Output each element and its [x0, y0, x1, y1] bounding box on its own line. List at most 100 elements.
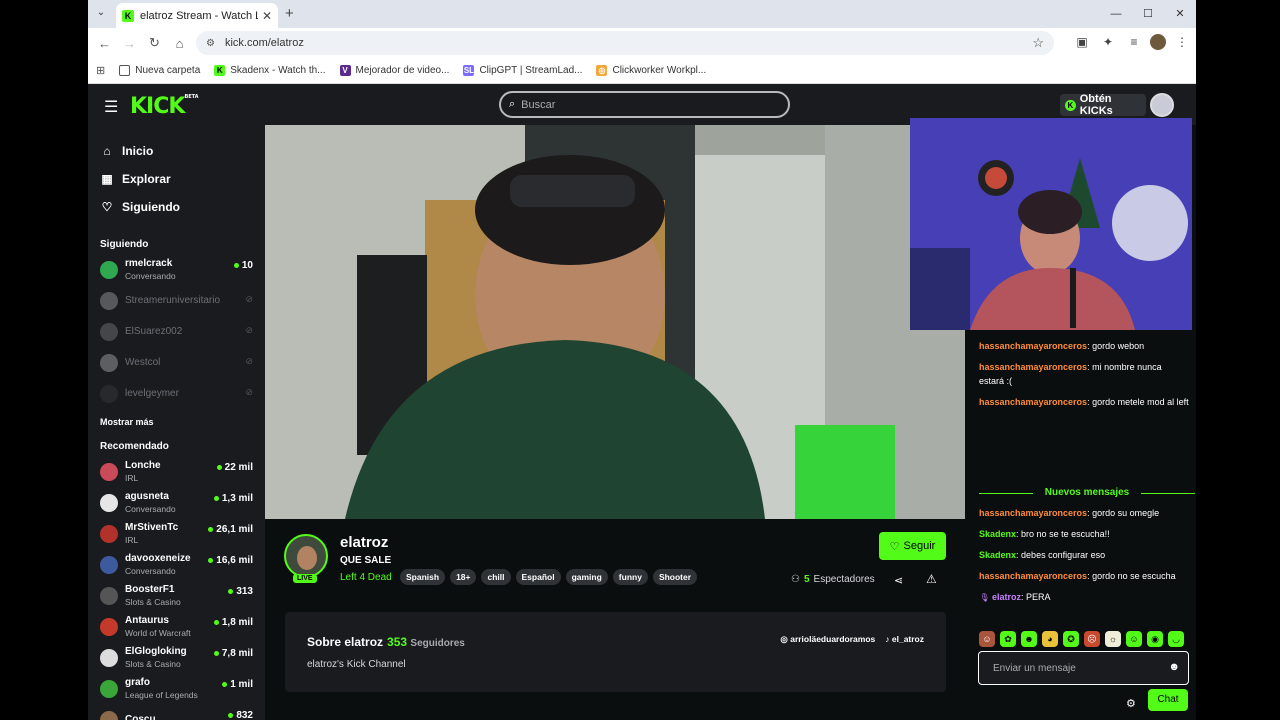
- tiktok-link[interactable]: ♪ el_atroz: [885, 634, 924, 645]
- address-bar[interactable]: ⚙ kick.com/elatroz ☆: [196, 31, 1054, 55]
- recommended-channel[interactable]: Lonche IRL 22 mil: [88, 456, 265, 487]
- emote-icon[interactable]: ✿: [1000, 631, 1016, 647]
- tiktok-icon: ♪: [885, 634, 890, 644]
- instagram-link[interactable]: ◎ arrioläeduardoramos: [780, 634, 875, 645]
- bookmark-2[interactable]: V Mejorador de video...: [339, 65, 449, 76]
- emote-icon[interactable]: ✪: [1063, 631, 1079, 647]
- kick-logo[interactable]: KICKBETA: [130, 94, 199, 119]
- stream-tag[interactable]: chill: [481, 569, 511, 585]
- emote-icon[interactable]: ◡: [1168, 631, 1184, 647]
- share-icon[interactable]: ⋖: [894, 574, 903, 587]
- search-input[interactable]: ⌕ Buscar: [499, 91, 790, 118]
- reading-list-icon[interactable]: ≡: [1124, 32, 1144, 52]
- offline-icon: ⊘: [245, 356, 253, 366]
- following-channel[interactable]: Streameruniversitario ⊘: [88, 285, 265, 316]
- nav-item-inicio[interactable]: ⌂ Inicio: [100, 137, 265, 165]
- tab-close-icon[interactable]: ✕: [262, 9, 272, 23]
- bookmark-star-icon[interactable]: ☆: [1032, 35, 1044, 51]
- home-button-icon[interactable]: ⌂: [167, 36, 192, 51]
- recommended-channel[interactable]: Antaurus World of Warcraft 1,8 mil: [88, 611, 265, 642]
- recommended-channel[interactable]: grafo League of Legends 1 mil: [88, 673, 265, 704]
- follow-button[interactable]: ♡ Seguir: [879, 532, 946, 560]
- stream-tag[interactable]: Español: [515, 569, 561, 585]
- new-tab-icon[interactable]: +: [285, 5, 294, 22]
- menu-kebab-icon[interactable]: ⋮: [1172, 32, 1192, 52]
- stream-tag[interactable]: gaming: [565, 569, 608, 585]
- streamer-avatar[interactable]: [284, 534, 328, 578]
- get-kicks-button[interactable]: K Obtén KICKs: [1060, 93, 1146, 117]
- chat-message: Skadenx: bro no se te escucha!!: [979, 527, 1189, 541]
- channel-avatar: [100, 679, 118, 698]
- close-window-icon[interactable]: ✕: [1164, 0, 1196, 28]
- stream-category[interactable]: Left 4 Dead: [340, 572, 392, 583]
- maximize-icon[interactable]: ☐: [1132, 0, 1164, 28]
- following-list: rmelcrack Conversando 10 Streameruniversita…: [88, 254, 265, 409]
- browser-tab[interactable]: K elatroz Stream - Watch Live on ✕: [116, 3, 278, 28]
- stream-tag[interactable]: 18+: [450, 569, 477, 585]
- reload-icon[interactable]: ↻: [142, 35, 167, 51]
- recommended-channel[interactable]: davooxeneize Conversando 16,6 mil: [88, 549, 265, 580]
- chat-username[interactable]: Skadenx: [979, 550, 1016, 560]
- emote-icon[interactable]: ☻: [1021, 631, 1037, 647]
- show-more-link[interactable]: Mostrar más: [88, 417, 265, 427]
- bookmark-0[interactable]: Nueva carpeta: [119, 65, 200, 76]
- new-messages-divider[interactable]: Nuevos mensajes: [979, 487, 1195, 501]
- video-player[interactable]: [265, 125, 965, 519]
- chat-message-input[interactable]: Enviar un mensaje ☻: [978, 651, 1189, 685]
- recommended-section-title: Recomendado: [100, 441, 169, 452]
- nav-item-explorar[interactable]: ▦ Explorar: [100, 165, 265, 193]
- chat-text: gordo webon: [1092, 341, 1145, 351]
- chat-username[interactable]: elatroz: [992, 592, 1021, 602]
- site-info-icon[interactable]: ⚙: [206, 38, 215, 49]
- forward-icon[interactable]: →: [117, 36, 142, 51]
- bookmark-3[interactable]: SL ClipGPT | StreamLad...: [463, 65, 582, 76]
- following-channel[interactable]: Westcol ⊘: [88, 347, 265, 378]
- emoji-picker-icon[interactable]: ☻: [1168, 661, 1180, 673]
- puzzle-extensions-icon[interactable]: ✦: [1098, 32, 1118, 52]
- chat-username[interactable]: hassanchamayaronceros: [979, 362, 1087, 372]
- back-icon[interactable]: ←: [92, 36, 117, 51]
- emote-icon[interactable]: ☺: [1126, 631, 1142, 647]
- chat-username[interactable]: hassanchamayaronceros: [979, 508, 1087, 518]
- minimize-icon[interactable]: —: [1100, 0, 1132, 28]
- stream-tag[interactable]: funny: [612, 569, 648, 585]
- recommended-channel[interactable]: BoosterF1 Slots & Casino 313: [88, 580, 265, 611]
- chat-new-messages: hassanchamayaronceros: gordo su omegle Sk…: [979, 506, 1189, 611]
- channel-text: Streameruniversitario: [125, 295, 265, 307]
- user-avatar[interactable]: [1150, 93, 1174, 117]
- chat-username[interactable]: hassanchamayaronceros: [979, 397, 1087, 407]
- url-text[interactable]: kick.com/elatroz: [225, 37, 1032, 49]
- kick-favicon-icon: K: [214, 65, 226, 76]
- extension-icon[interactable]: ▣: [1072, 32, 1092, 52]
- following-channel[interactable]: levelgeymer ⊘: [88, 378, 265, 409]
- report-warning-icon[interactable]: ⚠: [926, 572, 937, 586]
- bookmark-1[interactable]: K Skadenx - Watch th...: [214, 65, 326, 76]
- chat-username[interactable]: hassanchamayaronceros: [979, 571, 1087, 581]
- recommended-channel[interactable]: agusneta Conversando 1,3 mil: [88, 487, 265, 518]
- emote-icon[interactable]: ☼: [1105, 631, 1121, 647]
- video-enhancer-icon: V: [339, 65, 351, 76]
- recommended-channel[interactable]: ElGlogloking Slots & Casino 7,8 mil: [88, 642, 265, 673]
- hamburger-menu-icon[interactable]: ☰: [104, 97, 118, 117]
- chat-settings-gear-icon[interactable]: ⚙: [1126, 697, 1136, 710]
- following-channel[interactable]: ElSuarez002 ⊘: [88, 316, 265, 347]
- recommended-channel[interactable]: Coscu 832: [88, 704, 265, 720]
- chat-username[interactable]: Skadenx: [979, 529, 1016, 539]
- bookmark-4[interactable]: ◎ Clickworker Workpl...: [596, 65, 706, 76]
- tab-search-icon[interactable]: ⌄: [94, 5, 108, 21]
- stream-tag[interactable]: Shooter: [652, 569, 698, 585]
- emote-icon[interactable]: ☺: [979, 631, 995, 647]
- stream-tag[interactable]: Spanish: [400, 569, 446, 585]
- emote-icon[interactable]: ◕: [1042, 631, 1058, 647]
- send-chat-button[interactable]: Chat: [1148, 689, 1188, 711]
- nav-item-siguiendo[interactable]: ♡ Siguiendo: [100, 193, 265, 221]
- recommended-channel[interactable]: MrStivenTc IRL 26,1 mil: [88, 518, 265, 549]
- channel-text: Westcol: [125, 357, 265, 369]
- chat-username[interactable]: hassanchamayaronceros: [979, 341, 1087, 351]
- streamer-name[interactable]: elatroz: [340, 534, 388, 551]
- following-channel[interactable]: rmelcrack Conversando 10: [88, 254, 265, 285]
- emote-icon[interactable]: ☹: [1084, 631, 1100, 647]
- profile-avatar[interactable]: [1150, 34, 1166, 50]
- apps-grid-icon[interactable]: ⊞: [96, 64, 105, 77]
- emote-icon[interactable]: ◉: [1147, 631, 1163, 647]
